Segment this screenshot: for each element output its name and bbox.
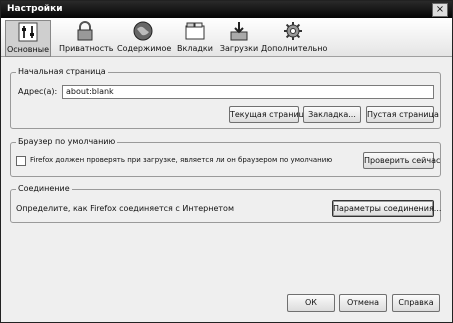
home-page-legend: Начальная страница (16, 67, 108, 76)
help-button[interactable]: Справка (392, 294, 440, 312)
connection-legend: Соединение (16, 184, 72, 193)
tab-toolbar: Основные Приватность Содержимое Вкладки (1, 18, 452, 57)
default-browser-check-label: Firefox должен проверять при загрузке, я… (30, 156, 333, 164)
tab-general[interactable]: Основные (5, 20, 51, 57)
title-bar: Настройки × (1, 1, 452, 18)
download-icon (230, 22, 248, 41)
default-browser-group: Браузер по умолчанию Firefox должен пров… (10, 137, 441, 177)
globe-icon (133, 21, 153, 41)
tab-label-content: Содержимое (117, 44, 172, 53)
tab-label-advanced: Дополнительно (261, 44, 328, 53)
connection-settings-button[interactable]: Параметры соединения... (332, 200, 441, 217)
home-page-group: Начальная страница Адрес(а): about:blank… (10, 67, 441, 129)
tab-label-general: Основные (6, 45, 49, 54)
tab-downloads[interactable]: Загрузки (219, 20, 259, 55)
connection-description: Определите, как Firefox соединяется с Ин… (16, 204, 234, 213)
blank-page-button[interactable]: Пустая страница (366, 106, 439, 123)
address-input[interactable]: about:blank (62, 85, 434, 99)
tab-tabs[interactable]: Вкладки (173, 20, 217, 55)
tab-label-tabs: Вкладки (177, 44, 213, 53)
lock-icon (77, 21, 93, 41)
current-page-button[interactable]: Текущая страница (229, 106, 309, 123)
general-switches-icon (18, 22, 38, 42)
default-browser-checkbox[interactable] (16, 156, 26, 166)
window-title: Настройки (7, 4, 63, 14)
connection-group: Соединение Определите, как Firefox соеди… (10, 184, 441, 223)
cancel-button[interactable]: Отмена (339, 294, 387, 312)
ok-button[interactable]: ОК (287, 294, 335, 312)
gear-icon (284, 22, 302, 40)
default-browser-legend: Браузер по умолчанию (16, 137, 118, 146)
close-button[interactable]: × (432, 3, 448, 17)
check-now-button[interactable]: Проверить сейчас (363, 152, 440, 169)
tab-label-downloads: Загрузки (219, 44, 259, 53)
tabs-icon (185, 22, 205, 40)
bookmark-button[interactable]: Закладка... (303, 106, 361, 123)
tab-advanced[interactable]: Дополнительно (261, 20, 328, 55)
tab-label-privacy: Приватность (59, 44, 114, 53)
address-label: Адрес(а): (18, 87, 58, 96)
settings-window: Настройки × Основные Приватность Содержи… (0, 0, 453, 323)
tab-content[interactable]: Содержимое (117, 20, 172, 55)
tab-privacy[interactable]: Приватность (59, 20, 114, 55)
